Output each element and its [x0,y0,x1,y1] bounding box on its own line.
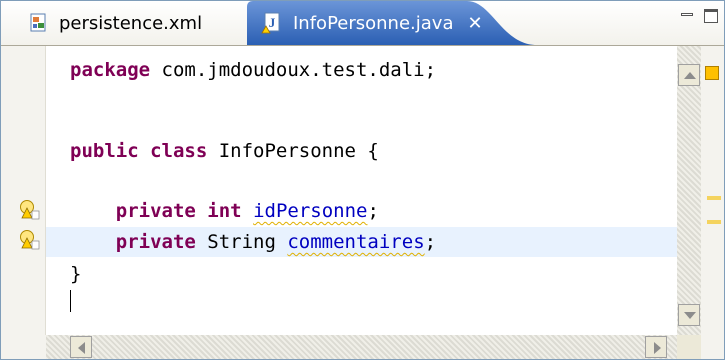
text-cursor [70,290,71,312]
java-editor: persistence.xml J InfoPersonne.java ✕ pa… [0,0,725,360]
warning-light-icon[interactable] [19,229,41,251]
scroll-up-button[interactable] [678,64,700,86]
tab-infopersonne-java[interactable]: J InfoPersonne.java ✕ [247,1,537,45]
java-file-warning-icon: J [261,12,280,34]
field-name: commentaires [287,231,425,253]
tab-content: J InfoPersonne.java ✕ [261,12,483,34]
code-line-package: package com.jmdoudoux.test.dali; [70,55,436,85]
code-text: } [70,263,82,285]
svg-text:J: J [269,15,276,30]
arrow-left-icon [78,342,85,354]
overview-ruler[interactable] [701,46,724,359]
keyword: private int [115,200,242,222]
code-text: InfoPersonne { [207,140,379,162]
code-text: ; [367,200,379,222]
code-text: ; [424,231,437,253]
editor-tab-bar: persistence.xml J InfoPersonne.java ✕ [1,1,724,46]
arrow-down-icon [684,312,696,319]
window-controls [678,7,720,25]
scroll-right-button[interactable] [645,336,667,358]
tab-label: InfoPersonne.java [293,12,454,34]
keyword: private [115,231,196,253]
tab-persistence-xml[interactable]: persistence.xml [7,1,247,45]
arrow-right-icon [654,342,661,354]
code-line-field-comment: private String commentaires; [70,227,436,257]
code-line-field-id: private int idPersonne; [70,196,379,226]
code-text-area[interactable]: package com.jmdoudoux.test.dali; public … [46,46,677,335]
vertical-scrollbar[interactable] [677,46,701,335]
vertical-ruler [1,46,45,359]
scrollbar-corner [677,335,701,359]
code-line-class: public class InfoPersonne { [70,136,379,166]
arrow-up-icon [684,72,696,79]
code-text: com.jmdoudoux.test.dali; [150,59,437,81]
warning-light-icon[interactable] [19,199,41,221]
overview-warning-mark[interactable] [707,220,721,224]
editor-area: package com.jmdoudoux.test.dali; public … [1,46,724,359]
scroll-down-button[interactable] [678,304,700,326]
minimize-button[interactable] [678,7,696,25]
field-name: idPersonne [253,200,368,222]
close-tab-icon[interactable]: ✕ [467,13,482,34]
code-line-close: } [70,259,81,289]
scroll-left-button[interactable] [70,336,92,358]
keyword: public class [70,140,208,162]
overview-warning-mark[interactable] [707,196,721,200]
maximize-button[interactable] [702,7,720,25]
code-text: String [195,231,288,253]
xml-file-icon [30,13,46,32]
warning-summary-icon[interactable] [705,66,719,80]
keyword: package [70,59,151,81]
horizontal-scrollbar[interactable] [46,335,701,359]
tab-label: persistence.xml [59,12,203,34]
